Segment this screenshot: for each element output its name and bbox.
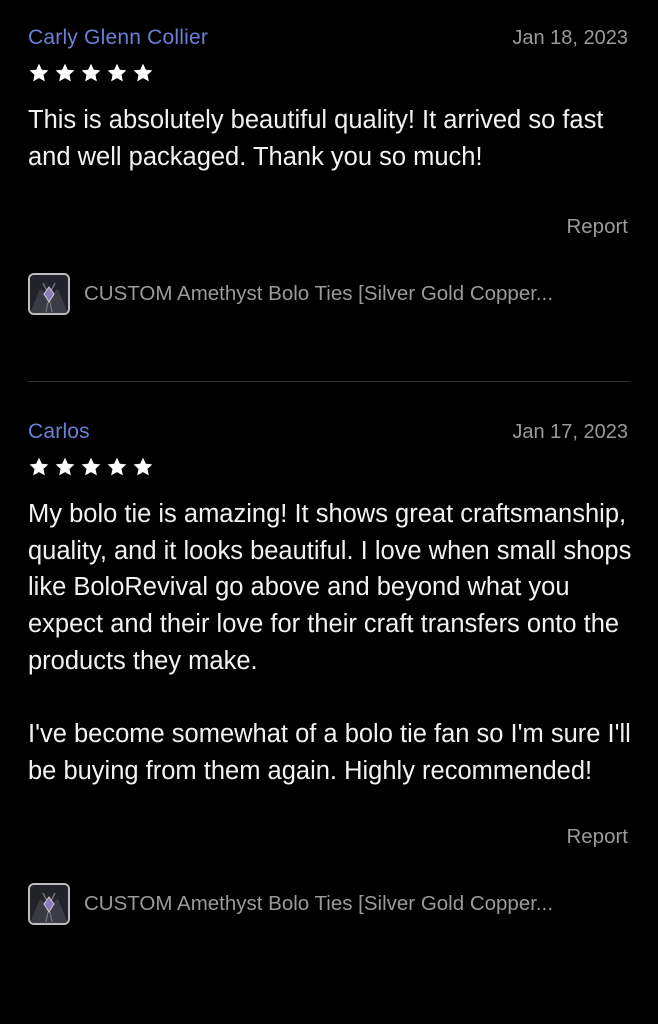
reviews-list: Carly Glenn Collier Jan 18, 2023 This is… xyxy=(0,0,658,1024)
review-date: Jan 18, 2023 xyxy=(512,27,628,49)
report-link[interactable]: Report xyxy=(566,215,630,239)
product-title: CUSTOM Amethyst Bolo Ties [Silver Gold C… xyxy=(84,282,554,306)
review-card: Carly Glenn Collier Jan 18, 2023 This is… xyxy=(28,26,630,316)
report-row: Report xyxy=(28,215,630,239)
star-icon xyxy=(28,62,50,84)
star-icon xyxy=(80,62,102,84)
star-icon xyxy=(28,456,50,478)
star-icon xyxy=(54,62,76,84)
star-rating xyxy=(28,58,630,88)
reviewed-product-link[interactable]: CUSTOM Amethyst Bolo Ties [Silver Gold C… xyxy=(28,882,630,925)
review-header: Carly Glenn Collier Jan 18, 2023 xyxy=(28,26,630,56)
bolo-tie-thumbnail xyxy=(28,882,70,925)
star-icon xyxy=(106,456,128,478)
review-date: Jan 17, 2023 xyxy=(512,421,628,443)
review-text: This is absolutely beautiful quality! It… xyxy=(28,106,604,171)
product-title: CUSTOM Amethyst Bolo Ties [Silver Gold C… xyxy=(84,891,554,915)
star-rating xyxy=(28,452,630,482)
star-icon xyxy=(106,62,128,84)
reviewed-product-link[interactable]: CUSTOM Amethyst Bolo Ties [Silver Gold C… xyxy=(28,273,630,316)
star-icon xyxy=(80,456,102,478)
report-link[interactable]: Report xyxy=(566,825,630,849)
reviewer-name[interactable]: Carly Glenn Collier xyxy=(28,26,208,50)
bolo-tie-thumbnail xyxy=(28,273,70,316)
star-icon xyxy=(132,456,154,478)
star-icon xyxy=(132,62,154,84)
review-divider xyxy=(28,381,630,382)
review-text: My bolo tie is amazing! It shows great c… xyxy=(28,500,632,785)
review-card: Carlos Jan 17, 2023 My bolo tie is amazi… xyxy=(28,420,631,925)
star-icon xyxy=(54,456,76,478)
review-header: Carlos Jan 17, 2023 xyxy=(28,420,630,450)
reviewer-name[interactable]: Carlos xyxy=(28,420,90,444)
report-row: Report xyxy=(28,825,630,849)
